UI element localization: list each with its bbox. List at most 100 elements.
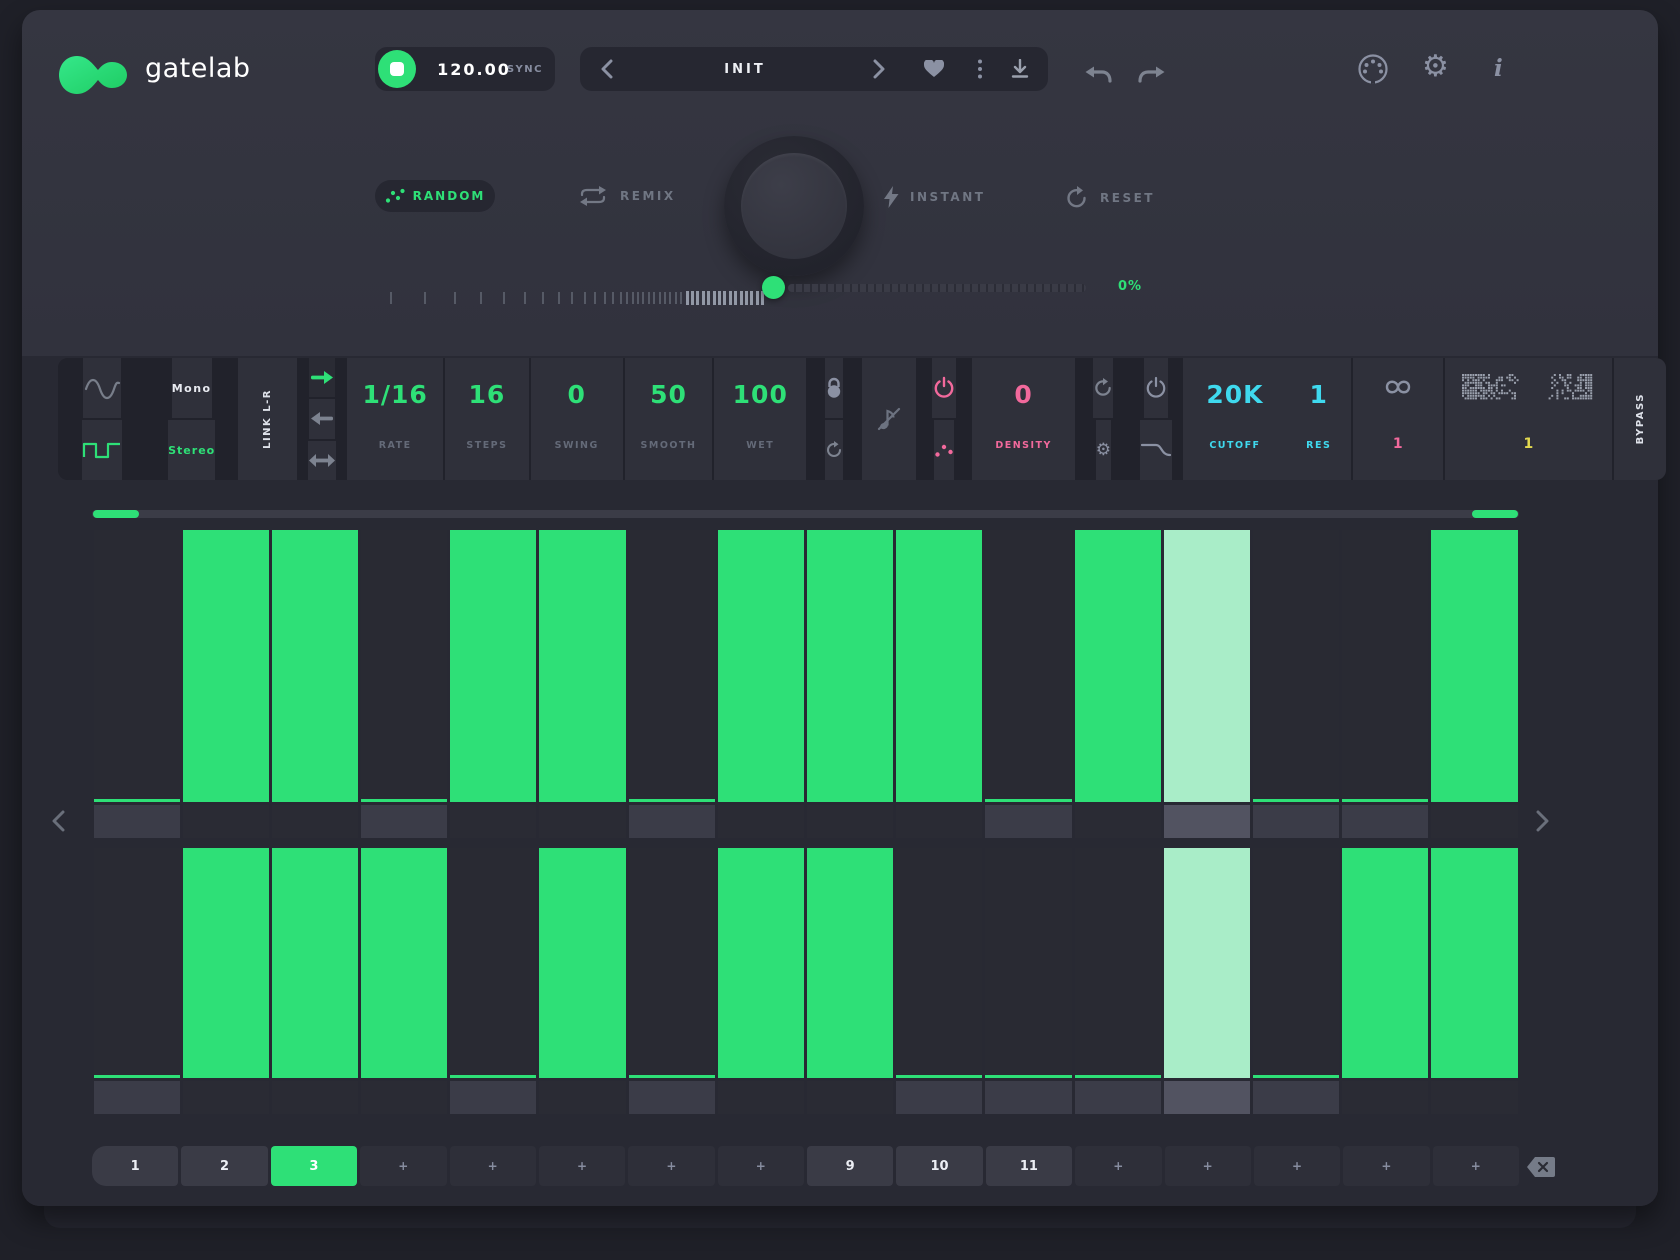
- seq-step-handle-top-4[interactable]: [361, 805, 447, 838]
- seq-step-top-1[interactable]: [94, 530, 180, 802]
- pattern-slot-11[interactable]: 11: [986, 1146, 1072, 1186]
- lock-refresh-button[interactable]: [825, 420, 843, 480]
- seq-step-top-16[interactable]: [1431, 530, 1517, 802]
- seq-step-bottom-3[interactable]: [272, 848, 358, 1078]
- pattern-slot-16[interactable]: +: [1433, 1146, 1519, 1186]
- seq-step-handle-top-2[interactable]: [183, 805, 269, 838]
- loop-infinity-cell[interactable]: 1: [1353, 358, 1443, 480]
- seq-step-handle-bottom-3[interactable]: [272, 1081, 358, 1114]
- seq-step-handle-top-1[interactable]: [94, 805, 180, 838]
- seq-step-handle-top-14[interactable]: [1253, 805, 1339, 838]
- seq-step-top-11[interactable]: [985, 530, 1071, 802]
- seq-step-handle-top-12[interactable]: [1075, 805, 1161, 838]
- seq-step-handle-top-11[interactable]: [985, 805, 1071, 838]
- lock-button[interactable]: [825, 358, 843, 418]
- seq-step-bottom-9[interactable]: [807, 848, 893, 1078]
- remix-button[interactable]: REMIX: [577, 186, 676, 206]
- seq-step-top-4[interactable]: [361, 530, 447, 802]
- preset-name[interactable]: INIT: [690, 62, 800, 77]
- preset-next-button[interactable]: [872, 59, 886, 79]
- square-wave-button[interactable]: [82, 420, 122, 480]
- seq-step-bottom-11[interactable]: [985, 848, 1071, 1078]
- seq-step-top-14[interactable]: [1253, 530, 1339, 802]
- seq-step-handle-bottom-12[interactable]: [1075, 1081, 1161, 1114]
- seq-step-top-2[interactable]: [183, 530, 269, 802]
- smooth-cell[interactable]: 50 SMOOTH: [625, 358, 713, 480]
- seq-step-handle-top-10[interactable]: [896, 805, 982, 838]
- seq-step-handle-bottom-4[interactable]: [361, 1081, 447, 1114]
- seq-step-bottom-15[interactable]: [1342, 848, 1428, 1078]
- seq-step-handle-top-6[interactable]: [539, 805, 625, 838]
- seq-step-top-7[interactable]: [629, 530, 715, 802]
- seq-step-bottom-12[interactable]: [1075, 848, 1161, 1078]
- seq-step-handle-top-16[interactable]: [1431, 805, 1517, 838]
- seq-step-handle-bottom-7[interactable]: [629, 1081, 715, 1114]
- bpm-value[interactable]: 120.00: [431, 60, 517, 79]
- pattern-slot-9[interactable]: 9: [807, 1146, 893, 1186]
- sequencer-scroll-right-button[interactable]: [1536, 810, 1549, 832]
- seq-step-top-5[interactable]: [450, 530, 536, 802]
- pattern-slot-14[interactable]: +: [1254, 1146, 1340, 1186]
- pattern-slot-3[interactable]: 3: [271, 1146, 357, 1186]
- save-preset-button[interactable]: [1002, 47, 1038, 91]
- settings-button[interactable]: ⚙: [1422, 52, 1449, 82]
- seq-step-bottom-13[interactable]: [1164, 848, 1250, 1078]
- seq-step-handle-bottom-1[interactable]: [94, 1081, 180, 1114]
- seq-step-handle-bottom-14[interactable]: [1253, 1081, 1339, 1114]
- seq-step-handle-bottom-15[interactable]: [1342, 1081, 1428, 1114]
- pattern-slot-1[interactable]: 1: [92, 1146, 178, 1186]
- link-lr-button[interactable]: LINK L-R: [238, 358, 298, 480]
- mute-note-button[interactable]: [862, 358, 916, 480]
- seq-step-handle-top-3[interactable]: [272, 805, 358, 838]
- seq-step-bottom-1[interactable]: [94, 848, 180, 1078]
- density-random-button[interactable]: [934, 420, 954, 480]
- seq-step-top-13[interactable]: [1164, 530, 1250, 802]
- seq-step-handle-bottom-10[interactable]: [896, 1081, 982, 1114]
- swing-cell[interactable]: 0 SWING: [531, 358, 623, 480]
- pattern-slot-5[interactable]: +: [450, 1146, 536, 1186]
- seq-step-handle-top-13[interactable]: [1164, 805, 1250, 838]
- direction-forward-button[interactable]: [309, 358, 335, 397]
- seq-step-handle-bottom-16[interactable]: [1431, 1081, 1517, 1114]
- seq-step-bottom-16[interactable]: [1431, 848, 1517, 1078]
- reset-button[interactable]: RESET: [1065, 186, 1155, 210]
- seq-step-handle-bottom-11[interactable]: [985, 1081, 1071, 1114]
- pattern-slot-7[interactable]: +: [628, 1146, 714, 1186]
- undo-button[interactable]: [1084, 66, 1112, 84]
- seq-step-handle-bottom-13[interactable]: [1164, 1081, 1250, 1114]
- density-power-button[interactable]: [932, 358, 956, 418]
- cutoff-control[interactable]: 20K CUTOFF: [1183, 358, 1286, 480]
- seq-step-top-15[interactable]: [1342, 530, 1428, 802]
- seq-step-bottom-2[interactable]: [183, 848, 269, 1078]
- seq-step-handle-top-5[interactable]: [450, 805, 536, 838]
- seq-step-top-9[interactable]: [807, 530, 893, 802]
- density-cell[interactable]: 0 DENSITY: [972, 358, 1076, 480]
- pattern-slot-15[interactable]: +: [1343, 1146, 1429, 1186]
- seq-step-bottom-4[interactable]: [361, 848, 447, 1078]
- seq-step-handle-bottom-5[interactable]: [450, 1081, 536, 1114]
- variation-slider-track[interactable]: [788, 284, 1086, 292]
- random-mode-button[interactable]: RANDOM: [375, 180, 495, 212]
- bpm-control[interactable]: 120.00 SYNC: [375, 47, 555, 91]
- pattern-slot-10[interactable]: 10: [896, 1146, 982, 1186]
- rate-cell[interactable]: 1/16 RATE: [347, 358, 443, 480]
- seq-step-handle-top-7[interactable]: [629, 805, 715, 838]
- direction-pingpong-button[interactable]: [308, 441, 336, 480]
- pattern-slot-2[interactable]: 2: [181, 1146, 267, 1186]
- preset-prev-button[interactable]: [600, 59, 614, 79]
- midi-settings-button[interactable]: [1357, 53, 1389, 85]
- seq-step-top-10[interactable]: [896, 530, 982, 802]
- seq-step-top-12[interactable]: [1075, 530, 1161, 802]
- bypass-button[interactable]: BYPASS: [1614, 358, 1666, 480]
- favorite-button[interactable]: [916, 47, 952, 91]
- loop-end-handle[interactable]: [1472, 510, 1518, 518]
- pattern-slot-6[interactable]: +: [539, 1146, 625, 1186]
- noise-pattern-cell[interactable]: 1: [1445, 358, 1613, 480]
- seq-step-bottom-6[interactable]: [539, 848, 625, 1078]
- seq-step-bottom-14[interactable]: [1253, 848, 1339, 1078]
- filter-refresh-button[interactable]: [1093, 358, 1113, 418]
- seq-step-handle-bottom-6[interactable]: [539, 1081, 625, 1114]
- variation-slider-handle[interactable]: [762, 276, 785, 299]
- seq-step-top-8[interactable]: [718, 530, 804, 802]
- filter-curve-button[interactable]: [1140, 420, 1172, 480]
